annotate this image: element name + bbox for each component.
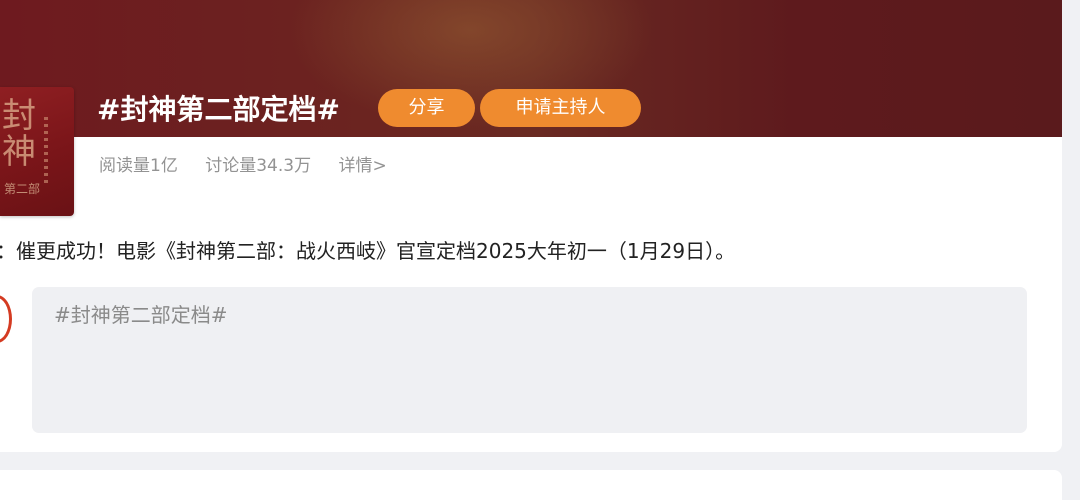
topic-title: #封神第二部定档#: [97, 93, 340, 126]
avatar[interactable]: [0, 295, 12, 343]
topic-stats: 阅读量1亿 讨论量34.3万 详情>: [99, 151, 409, 176]
feed-card: [0, 470, 1062, 500]
topic-cover-image[interactable]: 封 神 第二部: [0, 87, 74, 216]
topic-card: 封 神 第二部 #封神第二部定档# 分享 申请主持人 阅读量1亿 讨论量34.3…: [0, 0, 1062, 452]
cover-char-1: 封: [2, 96, 36, 136]
read-count: 阅读量1亿: [99, 156, 178, 176]
cover-char-2: 神: [2, 132, 36, 172]
discussion-count: 讨论量34.3万: [205, 156, 312, 176]
share-button[interactable]: 分享: [378, 89, 475, 127]
apply-host-button[interactable]: 申请主持人: [480, 89, 641, 127]
post-composer-input[interactable]: #封神第二部定档#: [32, 287, 1027, 433]
cover-seal-decoration: [44, 117, 48, 187]
detail-link[interactable]: 详情>: [339, 156, 387, 176]
cover-subtitle: 第二部: [4, 182, 41, 196]
topic-lead-text: ：催更成功！电影《封神第二部：战火西岐》官宣定档2025大年初一（1月29日）。: [0, 239, 736, 263]
